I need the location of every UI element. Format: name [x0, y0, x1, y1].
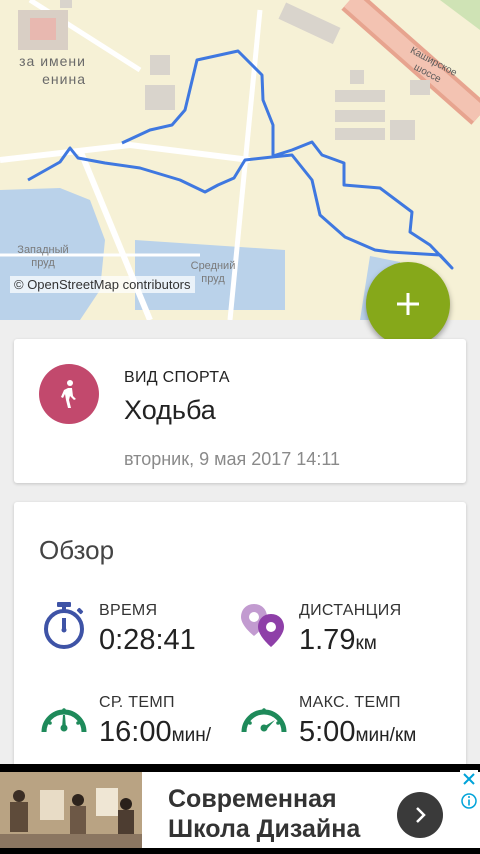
distance-value: 1.79км [299, 624, 377, 656]
plus-icon [397, 293, 419, 315]
ad-photo [0, 772, 142, 848]
ad-line-1: Современная [168, 785, 337, 813]
overview-title: Обзор [39, 535, 115, 565]
max-pace-value: 5:00мин/км [299, 716, 417, 748]
close-icon[interactable] [460, 770, 478, 788]
max-pace-label: МАКС. ТЕМП [299, 694, 401, 711]
activity-date: вторник, 9 мая 2017 14:11 [124, 449, 340, 469]
time-value: 0:28:41 [99, 624, 196, 656]
avg-pace-label: СР. ТЕМП [99, 694, 175, 711]
time-label: ВРЕМЯ [99, 602, 158, 619]
speedometer-icon [241, 708, 287, 733]
avg-pace-unit: мин/ [171, 725, 212, 746]
ad-banner[interactable]: Современная Школа Дизайна [0, 764, 480, 854]
distance-label: ДИСТАНЦИЯ [299, 602, 402, 619]
ad-line-2: Школа Дизайна [168, 815, 361, 843]
add-button[interactable] [366, 262, 450, 346]
overview-card: Обзор ВРЕМЯ 0:28:41 ДИСТАНЦИЯ 1.79км СР.… [14, 502, 466, 772]
speedometer-icon [41, 708, 87, 733]
sport-type-value: Ходьба [124, 395, 216, 425]
max-pace-unit: мин/км [355, 725, 417, 746]
ad-content[interactable]: Современная Школа Дизайна [0, 772, 480, 848]
chevron-right-icon [416, 807, 426, 823]
distance-unit: км [355, 633, 377, 654]
avg-pace-value: 16:00мин/ [99, 716, 212, 748]
map-label-park: за имени енина [19, 53, 86, 87]
map-label-west-pond: Западный пруд [17, 244, 69, 269]
sport-avatar [39, 364, 99, 424]
info-icon[interactable] [460, 792, 478, 810]
ad-image[interactable] [0, 772, 142, 848]
location-pins-icon [241, 604, 284, 647]
stopwatch-icon [44, 602, 84, 649]
walking-icon [61, 380, 76, 408]
ad-open-button[interactable] [397, 792, 443, 838]
sport-type-label: ВИД СПОРТА [124, 369, 230, 386]
map-attribution[interactable]: © OpenStreetMap contributors [10, 276, 195, 293]
ad-headline[interactable]: Современная Школа Дизайна [168, 784, 360, 844]
activity-card[interactable]: ВИД СПОРТА Ходьба вторник, 9 мая 2017 14… [14, 339, 466, 483]
